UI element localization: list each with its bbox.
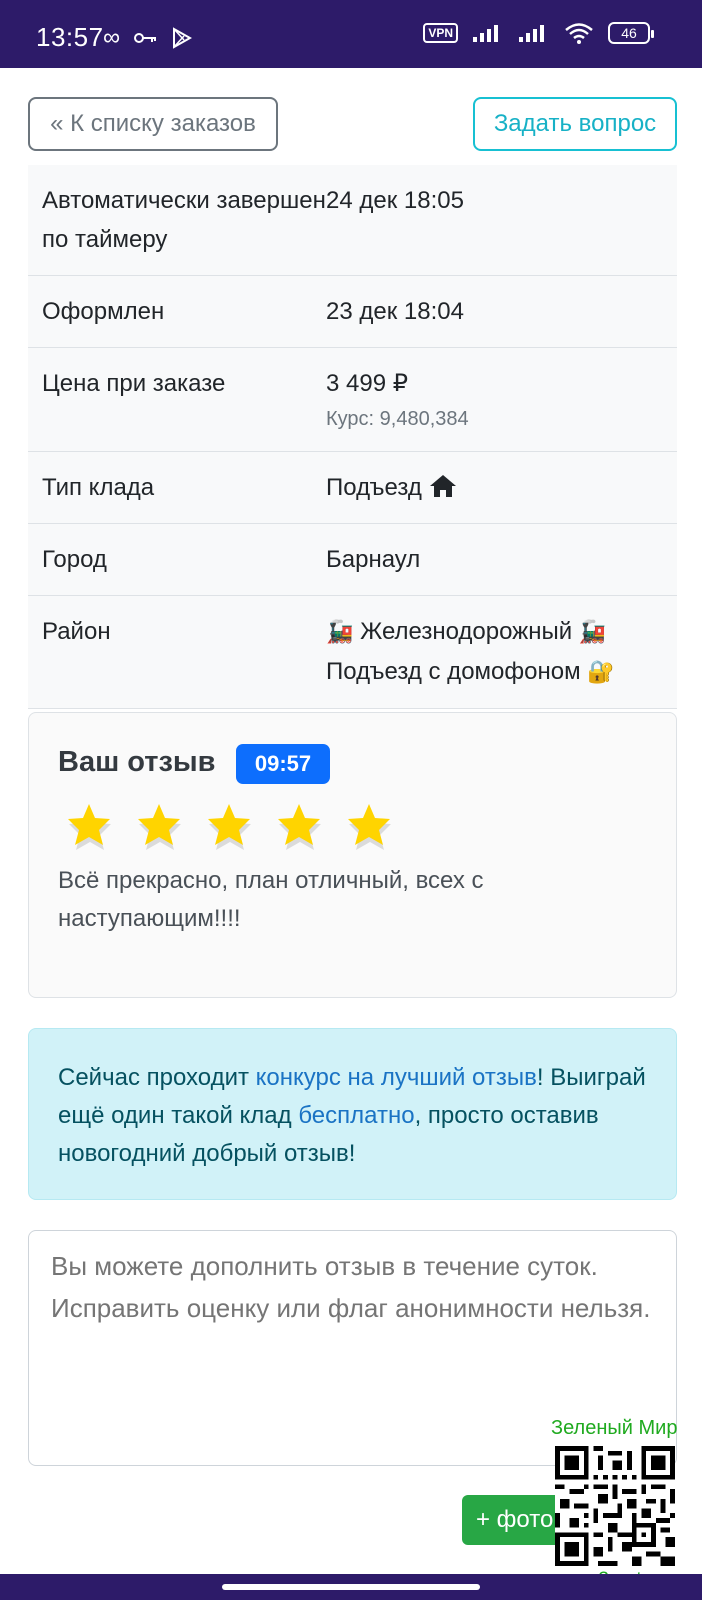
train-icon: 🚂: [578, 620, 607, 645]
train-icon: 🚂: [326, 620, 354, 645]
table-row: Тип клада Подъезд: [28, 452, 677, 524]
home-gesture-handle[interactable]: [222, 1584, 480, 1590]
table-row: Цена при заказе 3 499 ₽ Курс: 9,480,384: [28, 348, 677, 452]
type-label: Тип клада: [42, 474, 155, 501]
table-row: Автоматически завершен по таймеру 24 дек…: [28, 165, 677, 276]
free-link[interactable]: бесплатно: [298, 1102, 414, 1129]
status-notification-icons: ∞: [103, 24, 193, 52]
key-icon: [134, 33, 157, 43]
status-bar: 13:57 ∞ VPN 46: [0, 0, 702, 68]
contest-text: Сейчас проходит: [58, 1064, 256, 1091]
type-value: Подъезд: [326, 474, 422, 501]
status-label: Автоматически завершен по таймеру: [42, 187, 326, 253]
order-info-table: Автоматически завершен по таймеру 24 дек…: [28, 165, 677, 709]
price-label: Цена при заказе: [42, 370, 226, 397]
table-row: Район 🚂 Железнодорожный 🚂 Подъезд с домо…: [28, 596, 677, 709]
star-icon[interactable]: [273, 801, 325, 853]
status-system-icons: VPN 46: [423, 22, 654, 44]
rating-stars: [63, 801, 395, 853]
city-label: Город: [42, 546, 107, 573]
district-cell: 🚂 Железнодорожный 🚂 Подъезд с домофоном …: [326, 612, 663, 692]
created-label: Оформлен: [42, 298, 165, 325]
lock-key-icon: 🔐: [587, 660, 615, 685]
vpn-icon: VPN: [423, 23, 458, 43]
district-value: Железнодорожный: [360, 618, 573, 645]
district-detail: Подъезд с домофоном: [326, 658, 581, 685]
system-nav-bar: [0, 1574, 702, 1600]
created-value: 23 дек 18:04: [326, 298, 464, 325]
price-value: 3 499 ₽: [326, 370, 408, 397]
qr-code-icon: [555, 1446, 675, 1566]
exchange-rate: Курс: 9,480,384: [326, 408, 469, 430]
star-icon[interactable]: [63, 801, 115, 853]
status-value: 24 дек 18:05: [326, 187, 464, 214]
review-timer-badge: 09:57: [236, 744, 330, 784]
contest-alert: Сейчас проходит конкурс на лучший отзыв!…: [28, 1028, 677, 1200]
table-row: Оформлен 23 дек 18:04: [28, 276, 677, 348]
review-card: Ваш отзыв 09:57 Всё прекрасно, план отли…: [28, 712, 677, 998]
watermark-title: Зеленый Мир: [551, 1417, 678, 1439]
city-value: Барнаул: [326, 546, 421, 573]
table-row: Город Барнаул: [28, 524, 677, 596]
star-icon[interactable]: [203, 801, 255, 853]
type-cell: Подъезд: [326, 468, 663, 507]
review-text: Всё прекрасно, план отличный, всех с нас…: [58, 867, 484, 932]
ask-question-button[interactable]: Задать вопрос: [473, 97, 677, 151]
review-title: Ваш отзыв: [58, 746, 216, 778]
contest-link[interactable]: конкурс на лучший отзыв: [256, 1064, 537, 1091]
star-icon[interactable]: [343, 801, 395, 853]
play-store-icon: [173, 27, 193, 49]
battery-icon: 46: [608, 22, 654, 44]
district-label: Район: [42, 618, 111, 645]
status-time: 13:57: [36, 22, 104, 52]
signal-icon-2: [519, 25, 544, 42]
signal-icon: [473, 25, 498, 42]
price-cell: 3 499 ₽ Курс: 9,480,384: [326, 364, 663, 435]
home-icon: [429, 475, 456, 497]
infinity-icon: ∞: [103, 24, 121, 51]
wifi-icon: [565, 23, 593, 44]
back-to-orders-button[interactable]: « К списку заказов: [28, 97, 278, 151]
star-icon[interactable]: [133, 801, 185, 853]
